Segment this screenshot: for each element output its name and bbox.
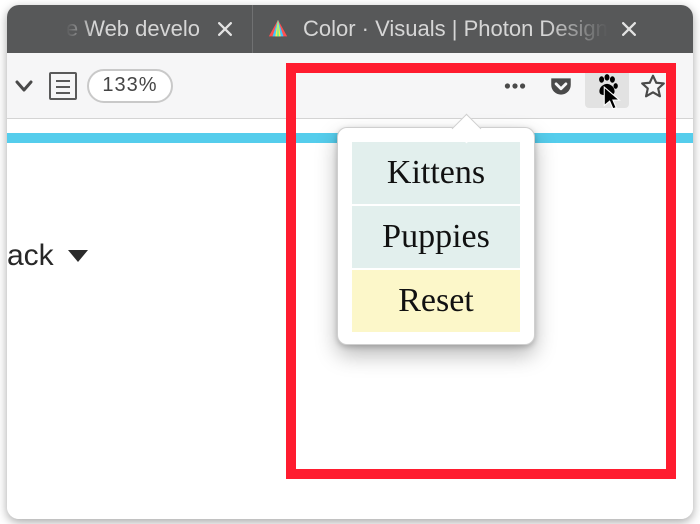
- browser-window: e Web develo Color · Visuals | Photon De…: [7, 5, 693, 519]
- extension-popup: Kittens Puppies Reset: [337, 127, 535, 345]
- close-icon[interactable]: [616, 16, 642, 42]
- toolbar: 133%: [7, 53, 693, 119]
- chevron-down-icon[interactable]: [9, 71, 39, 101]
- tab-strip: e Web develo Color · Visuals | Photon De…: [7, 5, 693, 53]
- caret-down-icon: [68, 250, 88, 262]
- reader-view-icon[interactable]: [49, 72, 77, 100]
- close-icon[interactable]: [212, 16, 238, 42]
- popup-item-reset[interactable]: Reset: [352, 270, 520, 332]
- zoom-level-badge[interactable]: 133%: [87, 69, 173, 103]
- tab-label: Color · Visuals | Photon Design: [303, 16, 608, 42]
- popup-item-kittens[interactable]: Kittens: [352, 142, 520, 204]
- pocket-icon[interactable]: [539, 64, 583, 108]
- bookmark-star-icon[interactable]: [631, 64, 675, 108]
- popup-item-puppies[interactable]: Puppies: [352, 206, 520, 268]
- tab-web-develo[interactable]: e Web develo: [7, 5, 252, 53]
- paw-extension-icon[interactable]: [585, 64, 629, 108]
- page-actions-icon[interactable]: [493, 64, 537, 108]
- page-header-fragment[interactable]: ack: [7, 239, 88, 273]
- favicon-icon: [267, 18, 289, 40]
- page-header-text: ack: [7, 239, 54, 273]
- tab-photon-design[interactable]: Color · Visuals | Photon Design: [252, 5, 693, 53]
- tab-label: e Web develo: [66, 16, 204, 42]
- address-bar-actions: [183, 62, 685, 110]
